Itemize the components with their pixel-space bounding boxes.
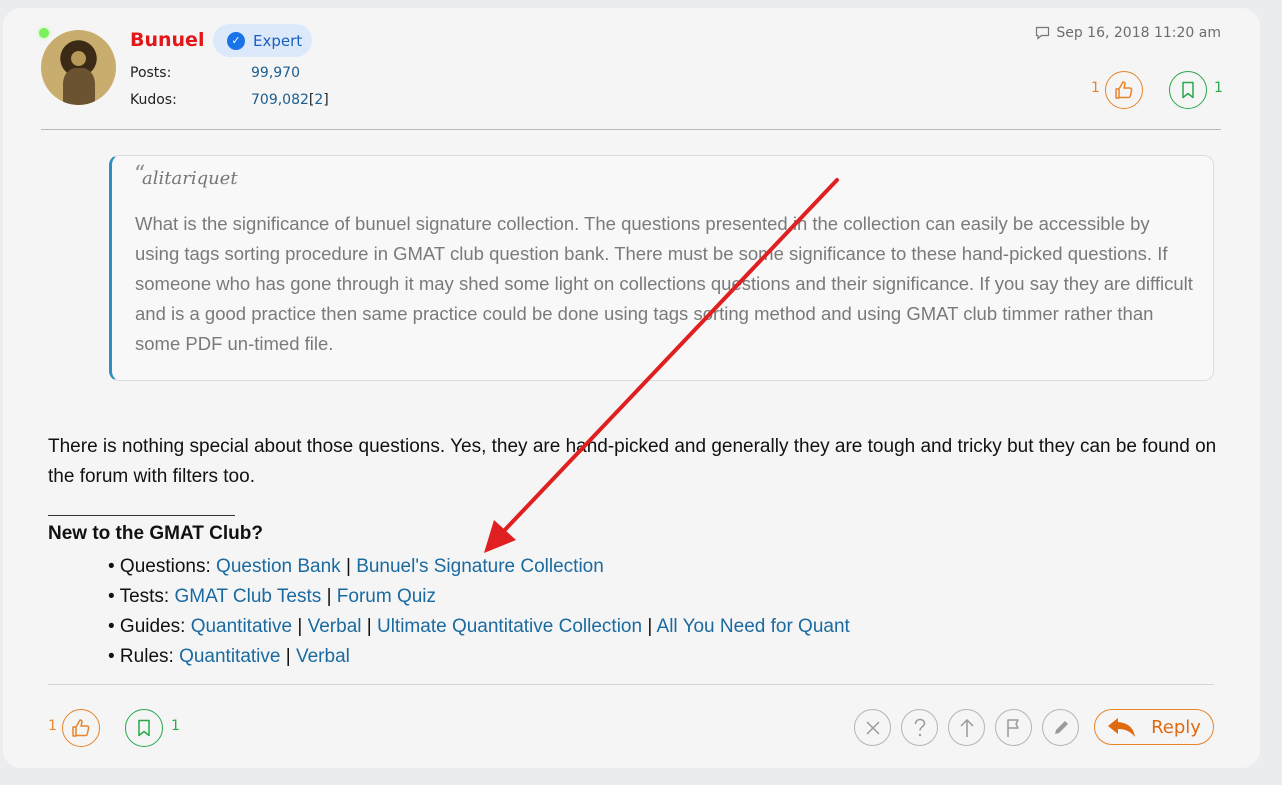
sig-row-label: • Questions:: [108, 556, 217, 577]
sig-separator: |: [366, 616, 372, 637]
sig-row-questions: • Questions: Question Bank | Bunuel's Si…: [108, 552, 850, 582]
bookmark-icon: [138, 719, 150, 737]
badge-label: Expert: [253, 31, 303, 50]
signature-divider: [48, 515, 235, 516]
sig-row-guides: • Guides: Quantitative | Verbal | Ultima…: [108, 612, 850, 642]
sig-separator: |: [345, 556, 351, 577]
top-kudos-count: 1: [1091, 80, 1100, 96]
quote-block: “ alitariquet What is the significance o…: [109, 155, 1214, 381]
footer-kudos-count: 1: [48, 718, 57, 734]
close-button[interactable]: [854, 709, 891, 746]
sig-separator: |: [297, 616, 303, 637]
posts-count[interactable]: 99,970: [251, 65, 300, 81]
header-divider: [41, 129, 1221, 130]
posts-label: Posts:: [130, 65, 172, 81]
footer-divider: [48, 684, 1214, 685]
close-icon: [865, 720, 880, 735]
kudos-extra-link[interactable]: 2: [314, 92, 323, 108]
sig-separator: |: [647, 616, 653, 637]
post-timestamp[interactable]: Sep 16, 2018 11:20 am: [1035, 25, 1221, 41]
top-kudos-button[interactable]: [1105, 71, 1143, 109]
sig-link-ultimate-quant[interactable]: Ultimate Quantitative Collection: [377, 616, 642, 637]
sig-link-rules-quant[interactable]: Quantitative: [179, 646, 280, 667]
pencil-icon: [1054, 720, 1068, 734]
footer-kudos-button[interactable]: [62, 709, 100, 747]
kudos-count: 709,082[2]: [251, 92, 329, 108]
question-icon: [914, 718, 925, 736]
edit-button[interactable]: [1042, 709, 1079, 746]
scroll-top-button[interactable]: [948, 709, 985, 746]
timestamp-text: Sep 16, 2018 11:20 am: [1056, 25, 1221, 41]
sig-separator: |: [285, 646, 291, 667]
reply-label: Reply: [1151, 716, 1201, 738]
avatar[interactable]: [41, 30, 116, 105]
thumbs-up-icon: [72, 719, 90, 737]
sig-row-rules: • Rules: Quantitative | Verbal: [108, 642, 850, 672]
comment-icon: [1036, 26, 1050, 40]
sig-link-club-tests[interactable]: GMAT Club Tests: [175, 586, 322, 607]
signature-title: New to the GMAT Club?: [48, 523, 263, 544]
reply-arrow-icon: [1108, 718, 1136, 737]
sig-row-label: • Tests:: [108, 586, 175, 607]
sig-row-label: • Rules:: [108, 646, 180, 667]
sig-row-label: • Guides:: [108, 616, 191, 637]
footer-bookmark-button[interactable]: [125, 709, 163, 747]
sig-link-question-bank[interactable]: Question Bank: [216, 556, 341, 577]
sig-link-guide-verbal[interactable]: Verbal: [308, 616, 362, 637]
top-bookmark-count: 1: [1214, 80, 1223, 96]
report-question-button[interactable]: [901, 709, 938, 746]
kudos-label: Kudos:: [130, 92, 177, 108]
username-link[interactable]: Bunuel: [130, 29, 204, 51]
bookmark-icon: [1182, 81, 1194, 99]
verified-check-icon: ✓: [227, 31, 245, 50]
flag-icon: [1006, 718, 1019, 737]
sig-link-guide-quant[interactable]: Quantitative: [191, 616, 292, 637]
sig-link-all-you-need-quant[interactable]: All You Need for Quant: [657, 616, 850, 637]
sig-row-tests: • Tests: GMAT Club Tests | Forum Quiz: [108, 582, 850, 612]
sig-link-rules-verbal[interactable]: Verbal: [296, 646, 350, 667]
expert-badge: ✓ Expert: [213, 24, 312, 57]
sig-separator: |: [326, 586, 332, 607]
top-bookmark-button[interactable]: [1169, 71, 1207, 109]
reply-body: There is nothing special about those que…: [48, 436, 1217, 487]
thumbs-up-icon: [1115, 81, 1133, 99]
sig-link-forum-quiz[interactable]: Forum Quiz: [337, 586, 436, 607]
quote-author[interactable]: alitariquet: [142, 168, 238, 189]
arrow-up-icon: [959, 718, 974, 737]
kudos-bracket-close: ]: [323, 92, 329, 108]
online-status-dot: [39, 28, 49, 38]
flag-button[interactable]: [995, 709, 1032, 746]
sig-link-signature-collection[interactable]: Bunuel's Signature Collection: [356, 556, 604, 577]
footer-bookmark-count: 1: [171, 718, 180, 734]
quote-text: What is the significance of bunuel signa…: [135, 213, 1193, 354]
signature-links: • Questions: Question Bank | Bunuel's Si…: [108, 552, 850, 672]
reply-button[interactable]: Reply: [1094, 709, 1214, 745]
kudos-total[interactable]: 709,082: [251, 92, 309, 108]
